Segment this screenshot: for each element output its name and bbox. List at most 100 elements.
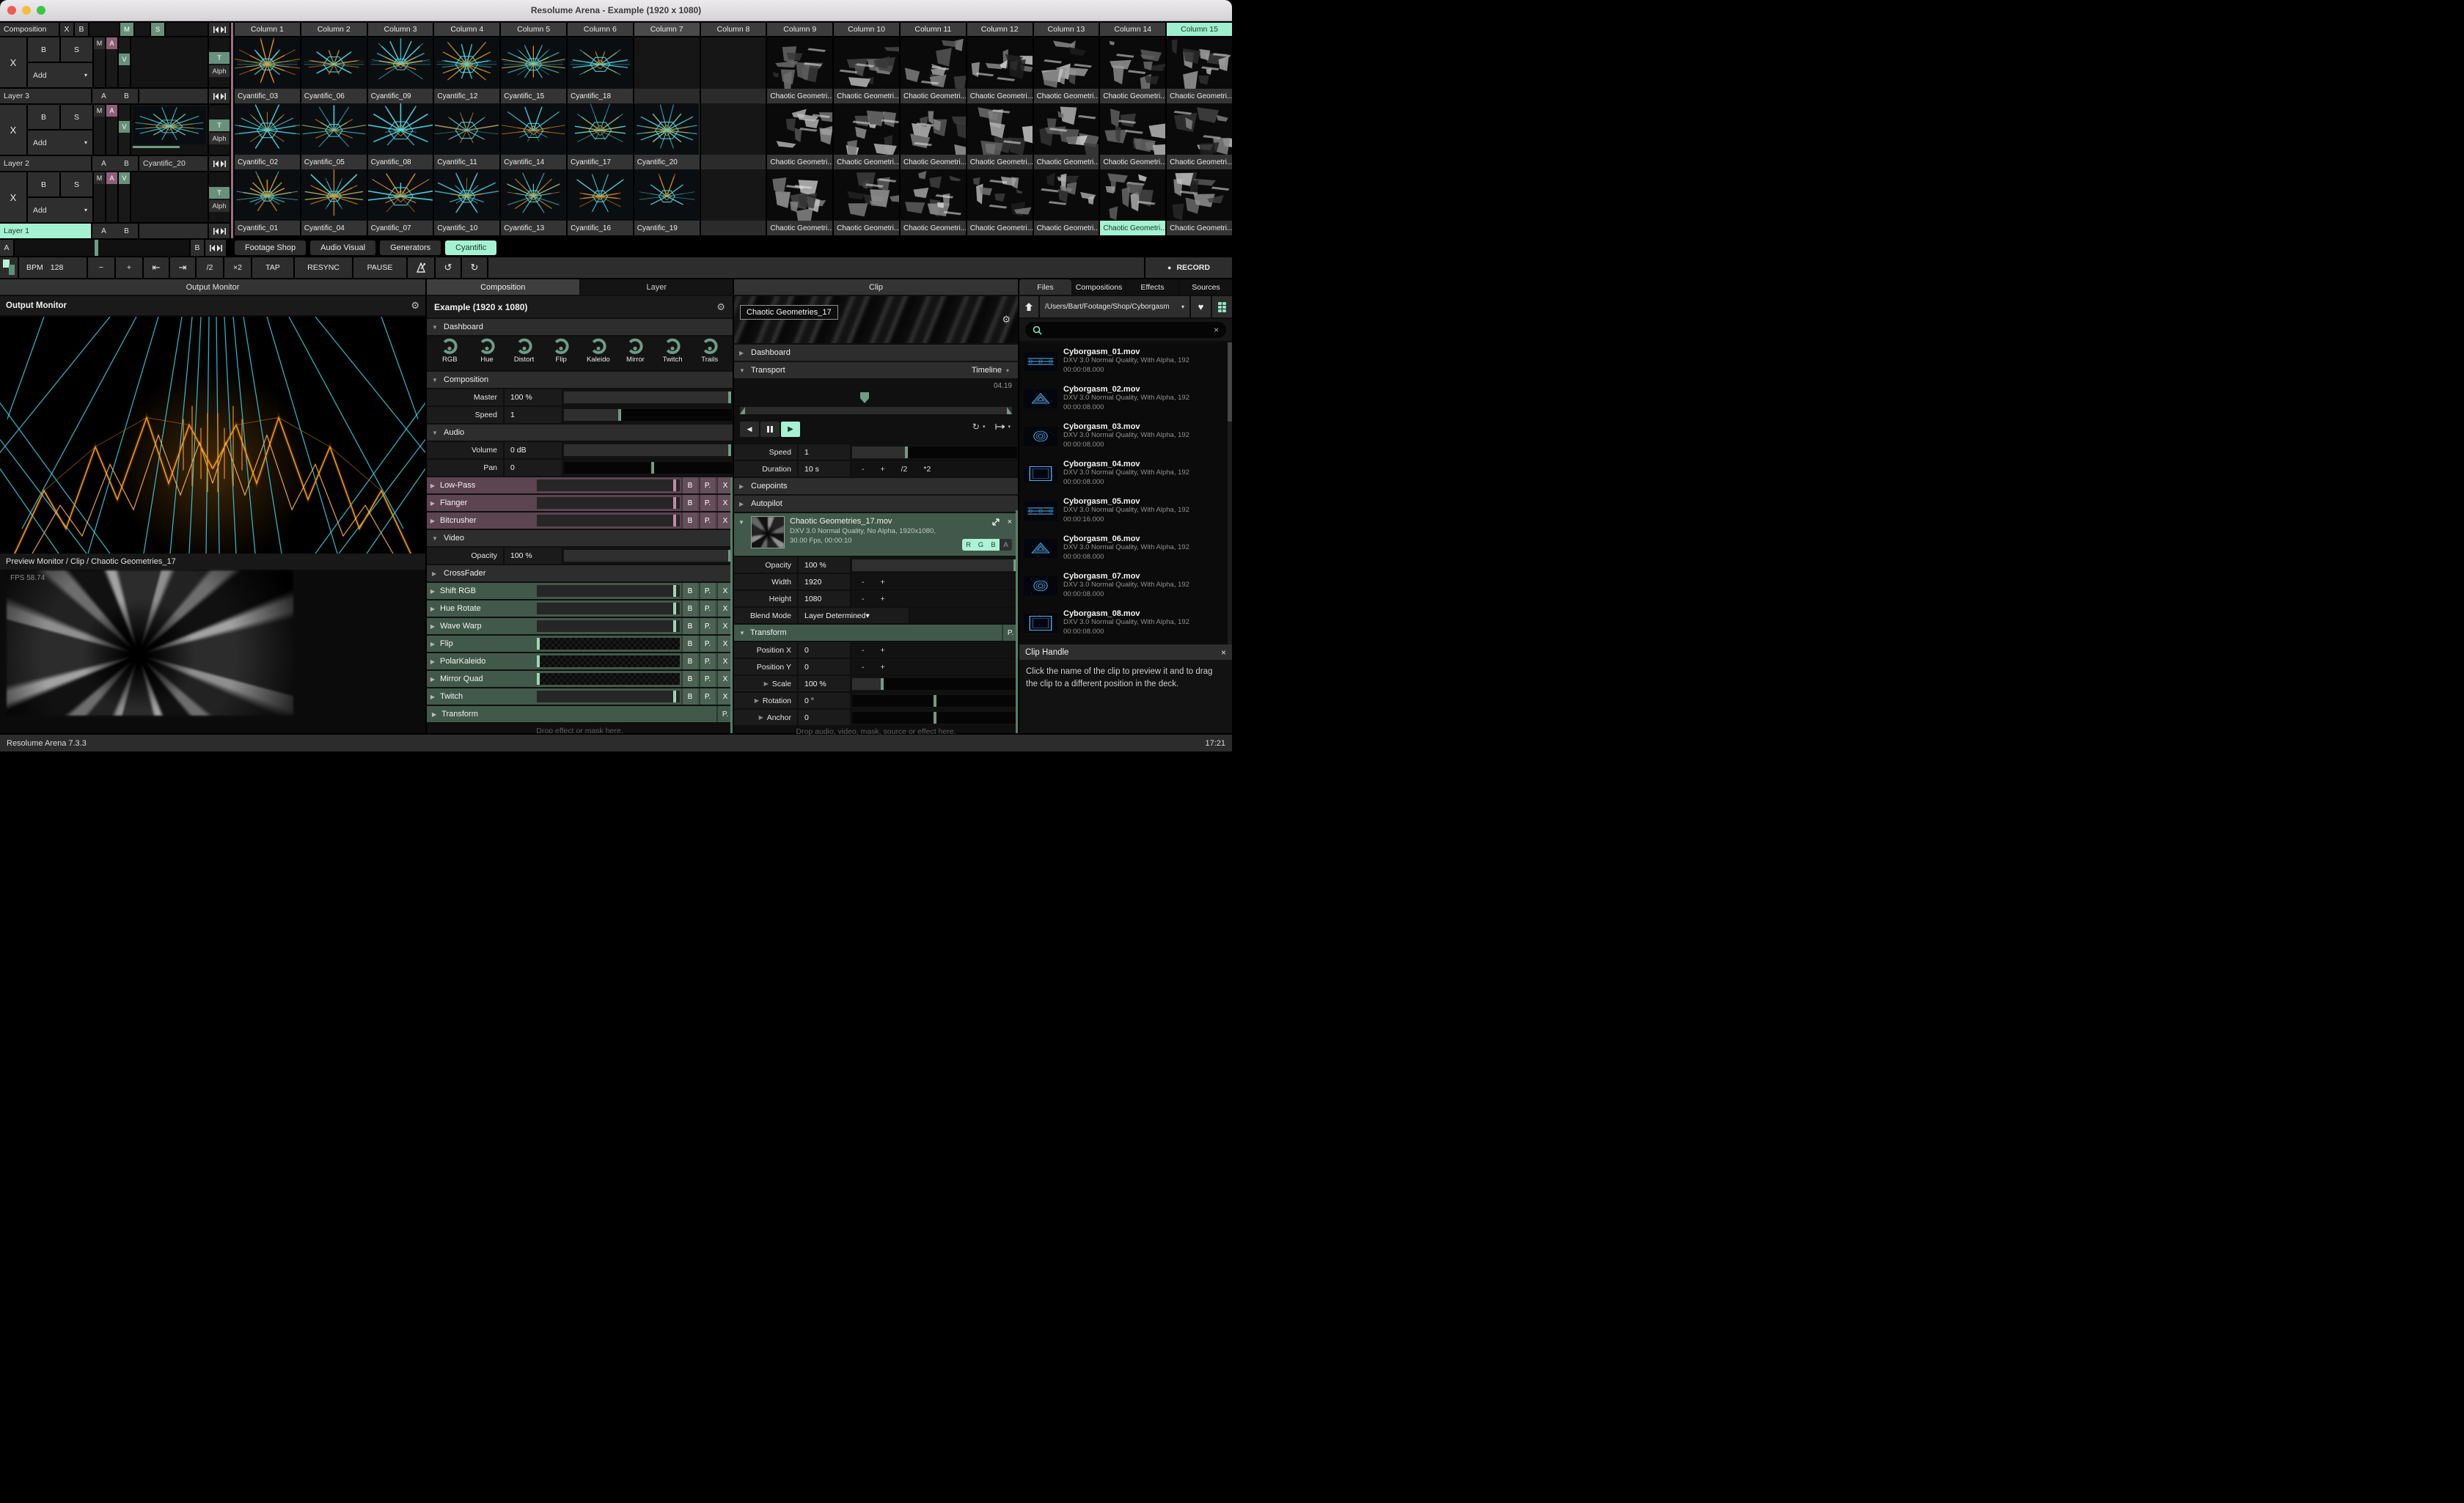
effect-bypass-button[interactable]: B bbox=[681, 636, 697, 652]
slider-handle[interactable] bbox=[727, 444, 731, 456]
clip-name[interactable]: Cyantific_20 bbox=[634, 155, 700, 169]
effect-row-wave-warp[interactable]: ▶ Wave Warp B P. X bbox=[427, 618, 733, 634]
clip-cell[interactable]: Cyantific_19 bbox=[634, 169, 700, 235]
clip-name[interactable] bbox=[700, 155, 766, 169]
blend-mode-dropdown[interactable]: Layer Determined ▾ bbox=[799, 608, 909, 623]
file-item[interactable]: Cyborgasm_07.mov DXV 3.0 Normal Quality, … bbox=[1019, 567, 1232, 604]
clip-thumbnail[interactable] bbox=[634, 169, 700, 221]
section-cuepoints[interactable]: ▶ Cuepoints bbox=[734, 478, 1018, 494]
bpm-value[interactable]: 128 bbox=[51, 263, 64, 272]
timeline-playhead[interactable] bbox=[860, 392, 870, 403]
column-header-8[interactable]: Column 8 bbox=[700, 23, 766, 36]
chevron-closed-icon[interactable]: ▶ bbox=[427, 641, 439, 647]
play-button[interactable]: ▶ bbox=[781, 422, 800, 437]
column-header-10[interactable]: Column 10 bbox=[834, 23, 899, 36]
composition-solo-button[interactable]: S bbox=[151, 23, 164, 36]
effect-slider[interactable] bbox=[537, 620, 680, 632]
layer-name[interactable]: Layer 3 bbox=[0, 89, 91, 103]
clip-cell[interactable]: Cyantific_08 bbox=[367, 103, 433, 169]
effect-slider[interactable] bbox=[537, 638, 680, 650]
effect-param-button[interactable]: P. bbox=[699, 688, 715, 705]
clip-cell[interactable]: Chaotic Geometri... bbox=[834, 169, 899, 235]
clip-thumbnail[interactable] bbox=[235, 37, 300, 89]
layer-m-button[interactable]: M bbox=[94, 105, 105, 117]
effect-row-mirror-quad[interactable]: ▶ Mirror Quad B P. X bbox=[427, 671, 733, 687]
metronome-button[interactable] bbox=[408, 257, 434, 278]
clip-name[interactable]: Chaotic Geometri... bbox=[834, 89, 899, 103]
effect-slider-handle[interactable] bbox=[673, 603, 677, 614]
layer-blend-dropdown[interactable]: Add ▾ bbox=[28, 198, 92, 222]
file-name[interactable]: Cyborgasm_06.mov bbox=[1063, 534, 1225, 543]
clip-cell[interactable]: Cyantific_07 bbox=[367, 169, 433, 235]
clip-name[interactable]: Cyantific_09 bbox=[367, 89, 433, 103]
layer-a-button[interactable]: A bbox=[106, 172, 117, 184]
close-icon[interactable]: × bbox=[1221, 647, 1226, 658]
clip-cell[interactable]: Chaotic Geometri... bbox=[834, 37, 899, 103]
effect-param-button[interactable]: P. bbox=[699, 512, 715, 529]
clip-name-field[interactable]: Chaotic Geometries_17 bbox=[740, 305, 838, 320]
clip-cell[interactable]: Cyantific_13 bbox=[501, 169, 566, 235]
chevron-closed-icon[interactable]: ▶ bbox=[427, 500, 439, 507]
layer-bypass-button[interactable]: B bbox=[28, 172, 59, 196]
clip-thumbnail[interactable] bbox=[301, 169, 367, 221]
slider-handle[interactable] bbox=[880, 677, 884, 690]
slider-handle[interactable] bbox=[933, 694, 936, 707]
clip-name[interactable]: Chaotic Geometri... bbox=[1100, 155, 1166, 169]
step-button[interactable]: - bbox=[862, 646, 865, 655]
clip-thumbnail[interactable] bbox=[634, 103, 700, 155]
column-header-2[interactable]: Column 2 bbox=[301, 23, 367, 36]
clip-thumbnail[interactable] bbox=[367, 169, 433, 221]
clip-name[interactable]: Cyantific_06 bbox=[301, 89, 367, 103]
param-value[interactable]: 100 % bbox=[799, 557, 850, 573]
clip-thumbnail[interactable] bbox=[634, 37, 700, 89]
effect-slider-handle[interactable] bbox=[537, 638, 540, 650]
chevron-closed-icon[interactable]: ▶ bbox=[427, 676, 439, 683]
browser-tab-effects[interactable]: Effects bbox=[1126, 279, 1178, 295]
effect-bypass-button[interactable]: B bbox=[681, 477, 697, 493]
slider-track[interactable] bbox=[852, 694, 1017, 707]
clip-name[interactable]: Cyantific_15 bbox=[501, 89, 566, 103]
search-box[interactable]: × bbox=[1025, 322, 1226, 338]
chevron-closed-icon[interactable]: ▶ bbox=[427, 658, 439, 665]
layer-blend-dropdown[interactable]: Add ▾ bbox=[28, 131, 92, 155]
clip-thumbnail[interactable] bbox=[900, 37, 966, 89]
clip-name[interactable]: Chaotic Geometri... bbox=[1033, 155, 1099, 169]
file-item[interactable]: Cyborgasm_03.mov DXV 3.0 Normal Quality, … bbox=[1019, 417, 1232, 455]
play-backwards-button[interactable]: ◀ bbox=[740, 422, 759, 437]
folder-up-button[interactable] bbox=[1019, 296, 1038, 317]
layer-bypass-button[interactable]: B bbox=[28, 105, 59, 129]
clip-name[interactable] bbox=[700, 221, 766, 235]
effect-bypass-button[interactable]: B bbox=[681, 512, 697, 529]
clip-thumbnail[interactable] bbox=[1033, 169, 1099, 221]
deck-tab-cyantific[interactable]: Cyantific bbox=[445, 240, 497, 255]
clip-thumbnail[interactable] bbox=[834, 103, 899, 155]
param-value[interactable]: 100 % bbox=[505, 389, 562, 405]
clip-name[interactable]: Chaotic Geometri... bbox=[1033, 221, 1099, 235]
effect-row-shift-rgb[interactable]: ▶ Shift RGB B P. X bbox=[427, 583, 733, 599]
scrollbar-thumb[interactable] bbox=[1228, 342, 1232, 422]
clip-cell[interactable]: Cyantific_05 bbox=[301, 103, 367, 169]
layer-solo-button[interactable]: S bbox=[61, 172, 92, 196]
pause-button[interactable]: PAUSE bbox=[353, 257, 406, 278]
effect-slider-handle[interactable] bbox=[673, 515, 677, 526]
file-name[interactable]: Cyborgasm_08.mov bbox=[1063, 609, 1225, 618]
chevron-closed-icon[interactable]: ▶ bbox=[427, 606, 439, 612]
clip-cell[interactable]: Chaotic Geometri... bbox=[1167, 169, 1232, 235]
chevron-closed-icon[interactable]: ▶ bbox=[427, 694, 439, 700]
column-header-15[interactable]: Column 15 bbox=[1167, 23, 1232, 36]
file-item[interactable]: Cyborgasm_02.mov DXV 3.0 Normal Quality, … bbox=[1019, 380, 1232, 417]
chevron-closed-icon[interactable]: ▶ bbox=[755, 697, 759, 704]
crossfader-handle[interactable] bbox=[95, 240, 99, 256]
effect-param-button[interactable]: P. bbox=[699, 671, 715, 687]
clip-cell[interactable]: Chaotic Geometri... bbox=[1100, 37, 1166, 103]
clip-thumbnail[interactable] bbox=[834, 37, 899, 89]
clip-thumbnail[interactable] bbox=[567, 37, 633, 89]
effect-row-flip[interactable]: ▶ Flip B P. X bbox=[427, 636, 733, 652]
effect-row-bitcrusher[interactable]: ▶ Bitcrusher B P. X bbox=[427, 512, 733, 529]
param-value[interactable]: 1080 bbox=[799, 591, 850, 606]
layer-m-button[interactable]: M bbox=[94, 172, 105, 184]
output-monitor-tab[interactable]: Output Monitor bbox=[0, 279, 425, 295]
layer-b-label[interactable]: B bbox=[124, 92, 129, 100]
bpm-minus-button[interactable]: − bbox=[88, 257, 114, 278]
slider-handle[interactable] bbox=[933, 711, 936, 724]
